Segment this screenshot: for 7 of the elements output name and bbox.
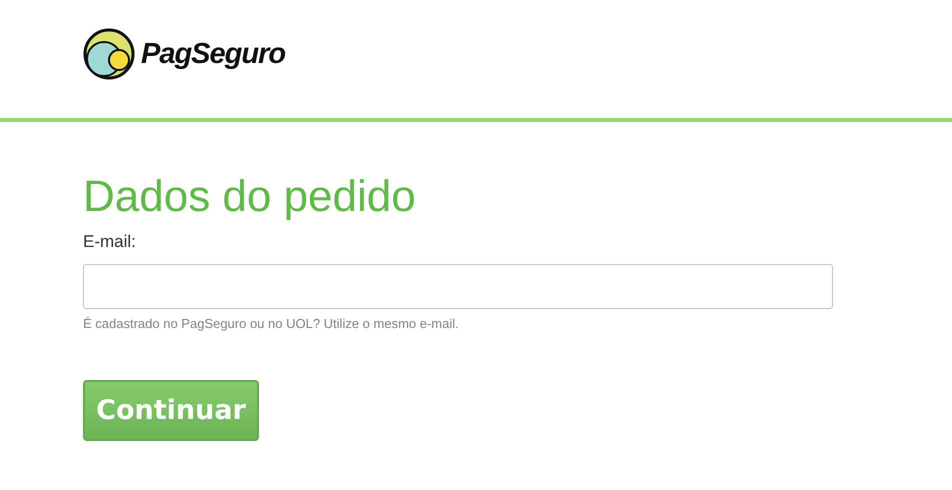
page-title: Dados do pedido xyxy=(83,172,416,222)
continue-button[interactable]: Continuar xyxy=(83,380,259,441)
email-hint: É cadastrado no PagSeguro ou no UOL? Utilize o mesmo e-mail. xyxy=(83,316,459,331)
brand-name: PagSeguro xyxy=(141,38,286,70)
email-field[interactable] xyxy=(83,264,833,309)
logo-icon xyxy=(83,28,135,80)
email-label: E-mail: xyxy=(83,232,136,252)
